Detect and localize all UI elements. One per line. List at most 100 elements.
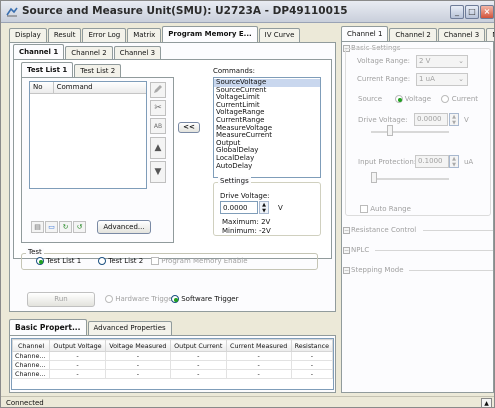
right-drive-voltage-spinner[interactable]: ▲ ▼ (449, 113, 459, 126)
input-protection-label: Input Protection: (358, 158, 417, 166)
drive-voltage-slider-thumb[interactable] (387, 125, 393, 136)
move-up-button[interactable]: ▲ (150, 137, 166, 159)
main-tab-bar: Display Result Error Log Matrix Program … (9, 26, 301, 42)
source-current-label: Current (451, 95, 479, 103)
tab-test-list-1[interactable]: Test List 1 (21, 62, 74, 78)
auto-range-label: Auto Range (370, 205, 411, 213)
commands-list[interactable]: SourceVoltage SourceCurrent VoltageLimit Cu… (213, 77, 321, 178)
command-item[interactable]: AutoDelay (214, 162, 320, 171)
tab-result[interactable]: Result (47, 28, 82, 42)
tab-right-matrix[interactable]: Matrix (486, 28, 494, 42)
drive-voltage-spinner[interactable]: ▲ ▼ (259, 201, 269, 214)
minimize-button[interactable]: _ (450, 5, 464, 19)
drive-voltage-unit: V (278, 204, 283, 212)
refresh-icon: ↻ (62, 223, 69, 231)
status-expand-button[interactable]: ▲ (481, 398, 492, 407)
advanced-button[interactable]: Advanced... (97, 220, 151, 234)
open-file-button[interactable]: ▭ (45, 221, 58, 233)
nplc-header[interactable]: − NPLC (343, 246, 493, 254)
maximum-label: Maximum: 2V (222, 218, 271, 226)
maximize-button[interactable]: □ (465, 5, 479, 19)
column-no[interactable]: No (30, 82, 54, 93)
column-command[interactable]: Command (54, 82, 146, 93)
results-column-header[interactable]: Channel (11, 339, 51, 352)
results-column-header[interactable]: Output Current (169, 339, 227, 352)
title-bar: Source and Measure Unit(SMU): U2723A - D… (1, 1, 494, 23)
source-row: Source Voltage Current (358, 95, 478, 103)
current-range-select[interactable]: 1 uA ⌄ (416, 73, 468, 86)
table-cell: - (225, 369, 292, 379)
source-current-radio[interactable] (441, 95, 450, 103)
properties-tab-bar: Basic Propert... Advanced Properties (9, 319, 173, 335)
edit-button[interactable] (150, 82, 166, 98)
app-icon (6, 7, 18, 17)
tab-display[interactable]: Display (9, 28, 47, 42)
refresh-button[interactable]: ↻ (59, 221, 72, 233)
results-column-header[interactable]: Current Measured (225, 339, 292, 352)
tab-channel-3[interactable]: Channel 3 (113, 46, 162, 60)
input-protection-spinner[interactable]: ▲ ▼ (449, 155, 459, 168)
input-protection-slider-thumb[interactable] (371, 172, 377, 183)
nplc-label: NPLC (351, 246, 370, 254)
software-trigger-radio[interactable]: Software Trigger (171, 295, 238, 303)
save-file-button[interactable]: ▤ (31, 221, 44, 233)
tab-error-log[interactable]: Error Log (82, 28, 127, 42)
results-column-header[interactable]: Output Voltage (49, 339, 106, 352)
source-voltage-label: Voltage (404, 95, 432, 103)
tab-right-channel-1[interactable]: Channel 1 (341, 26, 389, 42)
tab-channel-2[interactable]: Channel 2 (65, 46, 113, 60)
input-protection-input[interactable]: 0.1000 (415, 155, 449, 168)
auto-range-checkbox[interactable]: Auto Range (360, 205, 411, 213)
table-row[interactable]: Channe... - - - - - (11, 369, 334, 379)
table-row[interactable]: Channe... - - - - - (11, 360, 334, 370)
test-list-2-radio[interactable]: Test List 2 (98, 257, 143, 265)
table-cell: - (49, 360, 106, 370)
table-cell: - (49, 369, 106, 379)
tab-iv-curve[interactable]: IV Curve (258, 28, 301, 42)
table-row[interactable]: Channe... - - - - - (11, 351, 334, 361)
pencil-icon (154, 85, 162, 93)
results-column-header[interactable]: Voltage Measured (104, 339, 171, 352)
voltage-range-select[interactable]: 2 V ⌄ (416, 55, 468, 68)
commands-label: Commands: (213, 67, 255, 75)
status-bar: Connected ▲ (1, 396, 494, 407)
drive-voltage-label: Drive Voltage: (220, 192, 270, 200)
tab-matrix[interactable]: Matrix (127, 28, 162, 42)
test-list-1-radio[interactable]: Test List 1 (36, 257, 81, 265)
radio-selected-icon (171, 295, 179, 303)
drive-voltage-slider-track (371, 131, 449, 133)
stepping-mode-header[interactable]: − Stepping Mode (343, 266, 493, 274)
replace-icon: AB (153, 123, 163, 130)
voltage-range-label: Voltage Range: (357, 57, 411, 65)
drive-voltage-input[interactable]: 0.0000 (220, 201, 258, 214)
results-column-header[interactable]: Resistance (290, 339, 334, 352)
reset-button[interactable]: ↺ (73, 221, 86, 233)
source-voltage-radio[interactable] (394, 95, 403, 103)
tab-program-memory[interactable]: Program Memory E... (162, 26, 258, 42)
table-cell: - (169, 351, 227, 361)
smu-window: Source and Measure Unit(SMU): U2723A - D… (0, 0, 495, 408)
move-down-button[interactable]: ▼ (150, 161, 166, 183)
chevron-down-icon: ⌄ (458, 75, 464, 83)
tab-test-list-2[interactable]: Test List 2 (74, 64, 122, 78)
replace-button[interactable]: AB (150, 118, 166, 134)
tab-right-channel-2[interactable]: Channel 2 (389, 28, 437, 42)
cut-button[interactable]: ✂ (150, 100, 166, 116)
add-command-button[interactable]: << (178, 122, 200, 133)
run-button[interactable]: Run (27, 292, 95, 307)
program-memory-enable-checkbox[interactable]: Program Memory Enable (151, 257, 248, 265)
resistance-control-header[interactable]: − Resistance Control (343, 226, 493, 234)
tab-advanced-properties[interactable]: Advanced Properties (87, 321, 172, 335)
tab-basic-properties[interactable]: Basic Propert... (9, 319, 87, 335)
tab-right-channel-3[interactable]: Channel 3 (437, 28, 486, 42)
stepping-mode-label: Stepping Mode (351, 266, 404, 274)
voltage-range-value: 2 V (419, 57, 431, 65)
tab-channel-1[interactable]: Channel 1 (13, 44, 65, 60)
close-button[interactable]: × (480, 5, 494, 19)
table-cell: Channe... (11, 360, 51, 370)
hardware-trigger-radio[interactable]: Hardware Trigger (105, 295, 175, 303)
floppy-icon: ▤ (34, 223, 41, 231)
hardware-trigger-label: Hardware Trigger (115, 295, 176, 303)
right-drive-voltage-input[interactable]: 0.0000 (414, 113, 448, 126)
command-list[interactable]: No Command (29, 81, 147, 189)
